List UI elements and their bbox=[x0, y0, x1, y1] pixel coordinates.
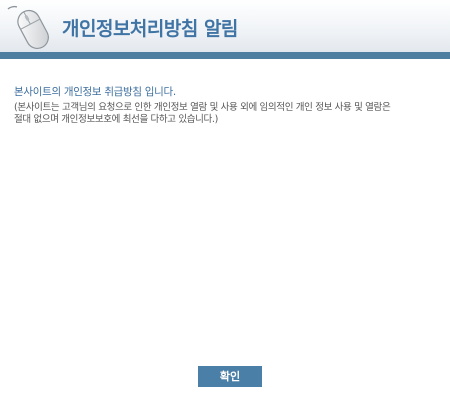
header: 개인정보처리방침 알림 bbox=[0, 0, 450, 52]
header-divider bbox=[0, 52, 450, 59]
notice-line-1: (본사이트는 고객님의 요청으로 인한 개인정보 열람 및 사용 외에 임의적인… bbox=[14, 102, 391, 113]
computer-mouse-icon bbox=[7, 5, 49, 50]
confirm-button[interactable]: 확인 bbox=[198, 366, 262, 387]
notice-body: (본사이트는 고객님의 요청으로 인한 개인정보 열람 및 사용 외에 임의적인… bbox=[14, 102, 439, 126]
notice-heading: 본사이트의 개인정보 취급방침 입니다. bbox=[14, 86, 176, 98]
page-title: 개인정보처리방침 알림 bbox=[62, 18, 238, 40]
notice-line-2: 절대 없으며 개인정보보호에 최선을 다하고 있습니다.) bbox=[14, 114, 218, 125]
notice-content: 본사이트의 개인정보 취급방침 입니다. (본사이트는 고객님의 요청으로 인한… bbox=[14, 84, 439, 126]
